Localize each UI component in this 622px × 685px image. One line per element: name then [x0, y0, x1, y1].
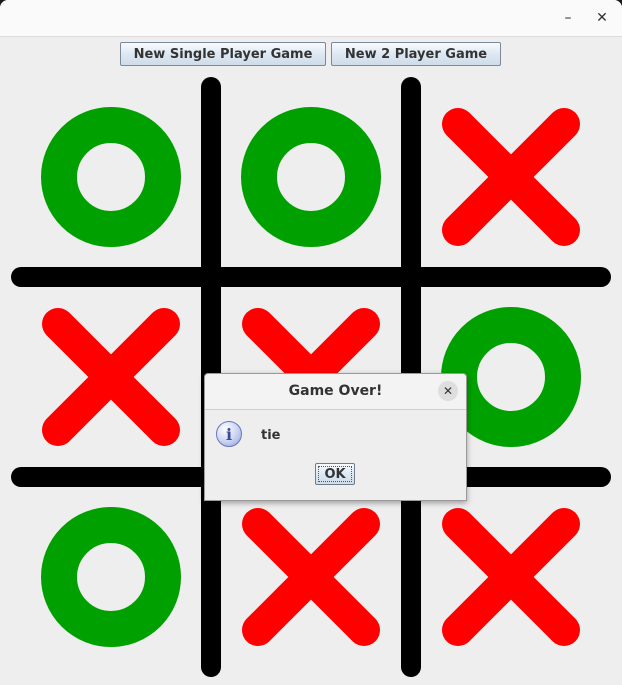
- game-over-dialog: Game Over! ✕ i tie OK: [204, 373, 467, 501]
- info-icon: i: [216, 421, 242, 447]
- dialog-title-bar[interactable]: Game Over! ✕: [205, 374, 466, 410]
- close-icon: ✕: [442, 384, 454, 398]
- game-window: – ✕ New Single Player Game New 2 Player …: [0, 0, 622, 685]
- ok-button[interactable]: OK: [315, 463, 355, 485]
- game-board[interactable]: [0, 0, 622, 685]
- dialog-title: Game Over!: [288, 383, 383, 399]
- dialog-message: tie: [261, 428, 281, 443]
- dialog-close-button[interactable]: ✕: [438, 381, 458, 401]
